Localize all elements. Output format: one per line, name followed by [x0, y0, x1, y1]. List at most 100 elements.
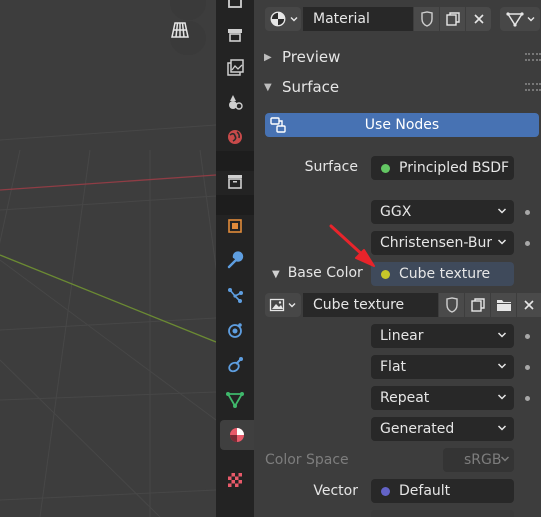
duplicate-icon: [445, 12, 460, 26]
collapsed-triangle-icon: ▶: [264, 51, 272, 63]
source-dropdown[interactable]: Generated: [371, 417, 514, 441]
base-color-field[interactable]: Cube texture: [371, 262, 514, 286]
render-icon: [228, 0, 242, 8]
tab-object[interactable]: [220, 211, 250, 241]
particles-icon: [228, 288, 243, 303]
duplicate-material-button[interactable]: [440, 7, 465, 31]
distribution-dropdown[interactable]: GGX: [371, 200, 514, 224]
modifier-icon: [227, 251, 244, 269]
tab-scene[interactable]: [220, 87, 250, 117]
nodes-icon: [270, 117, 286, 133]
next-row-field[interactable]: [371, 510, 514, 517]
color-socket-icon: [381, 269, 390, 279]
preview-panel-header[interactable]: ▶ Preview: [264, 45, 538, 69]
use-nodes-button[interactable]: Use Nodes: [265, 113, 539, 137]
projection-value: Flat: [380, 359, 407, 375]
tab-modifier[interactable]: [220, 246, 250, 276]
texture-open-button[interactable]: [491, 293, 516, 317]
tab-collection[interactable]: [220, 166, 250, 196]
shield-icon: [420, 11, 433, 27]
socket-dot: [525, 396, 530, 401]
chevron-down-icon: [497, 425, 507, 431]
object-icon: [228, 219, 242, 233]
texture-duplicate-button[interactable]: [465, 293, 490, 317]
material-icon: [230, 428, 244, 442]
surface-shader-field[interactable]: Principled BSDF: [371, 156, 514, 180]
tab-render[interactable]: [220, 0, 250, 18]
chevron-down-icon: [497, 208, 507, 214]
surface-panel-header[interactable]: ▼ Surface: [264, 75, 538, 99]
node-tree-browse-button[interactable]: [500, 7, 540, 31]
close-icon: [524, 300, 534, 310]
shield-icon: [445, 297, 458, 313]
tab-material[interactable]: [220, 420, 254, 450]
socket-dot: [525, 241, 530, 246]
color-space-dropdown: sRGB: [443, 448, 514, 472]
source-value: Generated: [380, 421, 455, 437]
view-layer-icon: [227, 59, 244, 76]
vector-field[interactable]: Default: [371, 479, 514, 503]
subsurface-method-dropdown[interactable]: Christensen-Burle: [371, 231, 514, 255]
chevron-down-icon: [497, 239, 507, 245]
unlink-material-button[interactable]: [466, 7, 491, 31]
surface-shader-value: Principled BSDF: [399, 160, 510, 176]
tab-texture[interactable]: [220, 465, 250, 495]
collection-icon: [228, 175, 242, 189]
material-sphere-icon: [270, 11, 286, 27]
properties-panel: Material ▶ Preview ▼ Surface Use Nodes S…: [254, 0, 541, 517]
node-tree-icon: [506, 12, 524, 27]
tab-output[interactable]: [220, 20, 250, 50]
tab-constraints[interactable]: [220, 350, 250, 380]
chevron-down-icon: [500, 456, 510, 462]
chevron-down-icon: [497, 394, 507, 400]
vector-value: Default: [399, 483, 451, 499]
texture-name-field[interactable]: Cube texture: [303, 293, 438, 317]
output-icon: [228, 29, 242, 42]
image-browse-button[interactable]: [265, 293, 301, 317]
grid-icon: [171, 22, 189, 38]
image-icon: [269, 298, 285, 312]
base-color-label-text: Base Color: [287, 265, 363, 281]
expanded-triangle-icon: ▼: [264, 81, 272, 93]
world-icon: [228, 130, 242, 144]
drag-handle-icon[interactable]: [525, 83, 541, 91]
vector-socket-icon: [381, 486, 390, 496]
tab-view-layer[interactable]: [220, 53, 250, 83]
distribution-value: GGX: [380, 204, 412, 220]
toggle-ortho-button[interactable]: [170, 21, 206, 55]
use-nodes-label: Use Nodes: [364, 117, 440, 133]
duplicate-icon: [470, 298, 485, 312]
chevron-down-icon: [497, 363, 507, 369]
preview-panel-title: Preview: [282, 48, 341, 66]
properties-tab-strip: [216, 0, 254, 517]
3d-viewport[interactable]: [0, 0, 216, 517]
color-space-value: sRGB: [464, 452, 502, 468]
projection-dropdown[interactable]: Flat: [371, 355, 514, 379]
texture-unlink-button[interactable]: [517, 293, 541, 317]
extension-value: Repeat: [380, 390, 430, 406]
chevron-down-icon: [527, 17, 535, 22]
base-color-label[interactable]: ▼ Base Color: [272, 265, 363, 281]
close-icon: [473, 14, 484, 24]
material-name-field[interactable]: Material: [303, 7, 413, 31]
tab-world[interactable]: [220, 122, 250, 152]
socket-dot: [525, 334, 530, 339]
subsurface-method-value: Christensen-Burle: [380, 235, 492, 251]
base-color-value: Cube texture: [399, 266, 491, 282]
texture-fake-user-button[interactable]: [439, 293, 464, 317]
constraints-icon: [228, 357, 243, 373]
extension-dropdown[interactable]: Repeat: [371, 386, 514, 410]
data-icon: [226, 392, 244, 408]
drag-handle-icon[interactable]: [525, 53, 541, 61]
interpolation-dropdown[interactable]: Linear: [371, 324, 514, 348]
surface-label: Surface: [304, 159, 358, 175]
material-browse-button[interactable]: [265, 7, 301, 31]
fake-user-button[interactable]: [414, 7, 439, 31]
tab-particles[interactable]: [220, 280, 250, 310]
folder-icon: [496, 300, 511, 311]
chevron-down-icon: [290, 17, 298, 22]
texture-icon: [228, 473, 242, 487]
socket-dot: [525, 365, 530, 370]
tab-physics[interactable]: [220, 315, 250, 345]
tab-data[interactable]: [220, 385, 250, 415]
